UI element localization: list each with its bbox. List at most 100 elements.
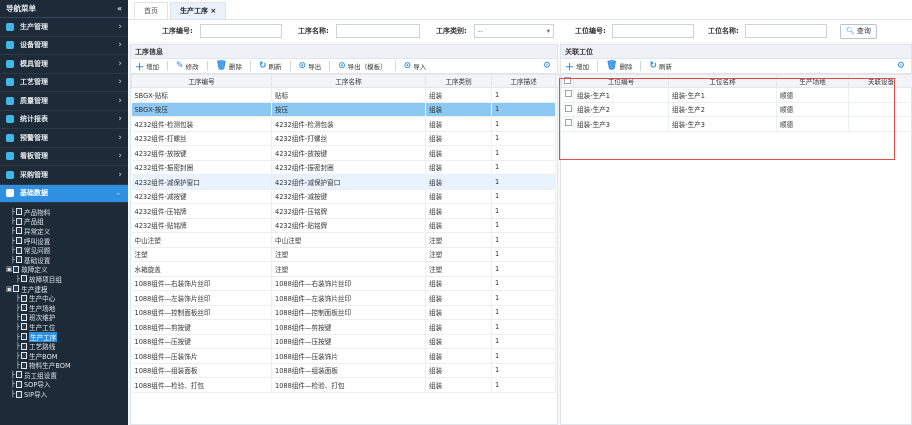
tree-node[interactable]: ├ 产品组 — [6, 217, 128, 226]
menu-label: 设备管理 — [20, 41, 48, 50]
left-tb-3[interactable]: ↻ 刷新 — [259, 61, 282, 71]
tree-branch-icon: ├ — [16, 342, 20, 351]
table-row[interactable]: 1088组件—右装饰片丝印 1088组件—右装饰片丝印 组装 1 — [131, 276, 560, 291]
settings-gear-icon[interactable]: ⚙ — [897, 61, 905, 71]
tree-node-label: 生产建模 — [21, 285, 48, 294]
tree-node[interactable]: ├ 故障项目组 — [6, 274, 128, 284]
cell: 4232组件-压铭牌 — [271, 203, 426, 219]
chevron-right-icon: › — [118, 114, 122, 125]
left-tb-2[interactable]: 🗑︎ 删除 — [216, 61, 242, 71]
cell: 组装 — [425, 189, 492, 204]
station-code-input[interactable] — [612, 24, 694, 38]
tree-node-label: 物料生产BOM — [28, 362, 71, 371]
cell: 贴标 — [271, 87, 426, 103]
cell: 组装 — [425, 305, 492, 320]
table-row[interactable]: 4232组件-振密封圈 4232组件-振密封圈 组装 1 — [131, 160, 560, 175]
table-row[interactable]: 4232组件-贴铭牌 4232组件-贴铭牌 组装 1 — [131, 218, 560, 233]
tab-production-process[interactable]: 生产工序 × — [170, 2, 227, 19]
left-tb-6[interactable]: ⊙ 导入 — [404, 61, 427, 71]
table-row[interactable]: 1088组件—压按键 1088组件—压按键 组装 1 — [131, 334, 560, 349]
tree-node[interactable]: ▣ 故障定义 — [6, 265, 128, 274]
tree-branch-icon: ▣ — [6, 265, 13, 274]
tree-node[interactable]: ├ 工艺路线 — [6, 341, 128, 351]
table-row[interactable]: 1088组件—组装面板 1088组件—组装面板 组装 1 — [131, 363, 560, 378]
table-row[interactable]: 1088组件—控制面板丝印 1088组件—控制面板丝印 组装 1 — [131, 305, 560, 320]
sidebar-menu-6[interactable]: 预警管理 › — [0, 129, 128, 148]
tab-home[interactable]: 首页 — [134, 2, 168, 19]
left-tb-5[interactable]: ⊙ 导出（模板） — [338, 61, 387, 71]
collapse-icon[interactable]: « — [117, 4, 122, 13]
cell: 组装 — [425, 203, 492, 219]
left-tb-0[interactable]: ＋增加 — [135, 60, 159, 73]
proc-type-label: 工序类别: — [436, 27, 467, 35]
sidebar-menu-9[interactable]: 基础数据 ⌄ — [0, 184, 128, 203]
process-panel-title: 工序信息 — [131, 45, 557, 59]
station-name-input[interactable] — [745, 24, 827, 38]
cell: 4232组件-贴铭牌 — [131, 218, 272, 233]
table-row[interactable]: 4232组件-减按键 4232组件-减按键 组装 1 — [131, 189, 560, 204]
tree-node[interactable]: ├ 物料生产BOM — [6, 361, 128, 371]
sidebar-menu-1[interactable]: 设备管理 › — [0, 37, 128, 55]
menu-label: 质量管理 — [20, 96, 48, 105]
table-row[interactable]: 1088组件—压装饰片 1088组件—压装饰片 组装 1 — [131, 348, 560, 364]
left-tb-4[interactable]: ⊙ 导出 — [299, 61, 322, 71]
process-toolbar: ＋增加 ✎ 修改 🗑︎ 删除 ↻ 刷新 ⊙ 导出 ⊙ 导出（模板） ⊙ 导入 ⚙ — [131, 59, 557, 74]
tree-node[interactable]: ├ 产品物料 — [6, 207, 128, 217]
col-header[interactable]: 工序描述 — [491, 74, 556, 88]
left-tb-1[interactable]: ✎ 修改 — [176, 61, 199, 71]
tree-node[interactable]: ├ SIP导入 — [6, 389, 128, 399]
settings-gear-icon[interactable]: ⚙ — [543, 61, 551, 71]
right-tb-1[interactable]: 🗑︎ 删除 — [606, 61, 632, 71]
table-row[interactable]: SBGX-贴标 贴标 组装 1 — [131, 87, 560, 103]
right-tb-0[interactable]: ＋增加 — [565, 60, 589, 73]
table-row[interactable]: 1088组件—检验、打包 1088组件—检验、打包 组装 1 — [131, 377, 560, 393]
tree-node[interactable]: ├ 生产工序 — [6, 331, 128, 342]
tree-node[interactable]: ├ 常见问题 — [6, 245, 128, 255]
table-row[interactable]: 1088组件—左装饰片丝印 1088组件—左装饰片丝印 组装 1 — [131, 290, 560, 306]
chevron-right-icon: › — [118, 169, 122, 180]
tree-node[interactable]: ├ 基础设置 — [6, 255, 128, 265]
query-button[interactable]: 🔍︎ 查询 — [840, 23, 877, 39]
sidebar-menu-8[interactable]: 采购管理 › — [0, 166, 128, 185]
col-header[interactable]: 工序编号 — [131, 74, 272, 88]
cell: 1088组件—组装面板 — [271, 363, 426, 378]
proc-code-input[interactable] — [200, 24, 282, 38]
tree-node[interactable]: ├ 生产中心 — [6, 293, 128, 303]
menu-icon — [6, 59, 14, 68]
tree-node[interactable]: ├ 生产工位 — [6, 322, 128, 332]
file-icon — [20, 333, 27, 341]
tree-node[interactable]: ▣ 生产建模 — [6, 284, 128, 294]
col-header[interactable]: 工序名称 — [271, 74, 426, 88]
table-row[interactable]: 注塑 注塑 注塑 1 — [131, 247, 560, 262]
sidebar-menu-7[interactable]: 看板管理 › — [0, 148, 128, 166]
sidebar-menu-3[interactable]: 工艺管理 › — [0, 74, 128, 92]
col-header[interactable]: 工序类别 — [425, 74, 492, 88]
table-row[interactable]: 4232组件-打螺丝 4232组件-打螺丝 组装 1 — [131, 131, 560, 146]
table-row[interactable]: 4232组件-检测包装 4232组件-检测包装 组装 1 — [131, 116, 560, 132]
sidebar-menu-5[interactable]: 统计报表 › — [0, 111, 128, 129]
toolbar-separator — [206, 61, 208, 71]
tree-node[interactable]: ├ 生产场地 — [6, 303, 128, 313]
tree-node[interactable]: ├ 生产BOM — [6, 351, 128, 361]
tree-node[interactable]: ├ SOP导入 — [6, 380, 128, 389]
proc-name-input[interactable] — [336, 24, 420, 38]
table-row[interactable]: 中山注塑 中山注塑 注塑 1 — [131, 232, 560, 248]
cell: 1 — [491, 116, 556, 132]
table-row[interactable]: 4232组件-放按键 4232组件-放按键 组装 1 — [131, 145, 560, 161]
sidebar-menu-0[interactable]: 生产管理 › — [0, 18, 128, 37]
tree-node[interactable]: ├ 呼叫设置 — [6, 236, 128, 246]
table-row[interactable]: 4232组件-减保护窗口 4232组件-减保护窗口 组装 1 — [131, 174, 560, 190]
file-icon — [15, 371, 22, 379]
table-row[interactable]: SBGX-按压 按压 组装 1 — [131, 102, 560, 117]
table-row[interactable]: 1088组件—剪按键 1088组件—剪按键 组装 1 — [131, 319, 560, 335]
sidebar-menu-4[interactable]: 质量管理 › — [0, 92, 128, 111]
proc-type-select[interactable]: -- ▾ — [474, 24, 554, 38]
table-row[interactable]: 水箱旋盖 注塑 注塑 1 — [131, 261, 560, 277]
tree-node[interactable]: ├ 异常定义 — [6, 226, 128, 236]
table-row[interactable]: 4232组件-压铭牌 4232组件-压铭牌 组装 1 — [131, 203, 560, 219]
right-tb-2[interactable]: ↻ 刷新 — [649, 61, 672, 71]
tree-node[interactable]: ├ 班次维护 — [6, 313, 128, 322]
tree-node[interactable]: ├ 员工组设置 — [6, 370, 128, 380]
sidebar-menu-2[interactable]: 模具管理 › — [0, 55, 128, 74]
cell: 注塑 — [425, 232, 492, 248]
